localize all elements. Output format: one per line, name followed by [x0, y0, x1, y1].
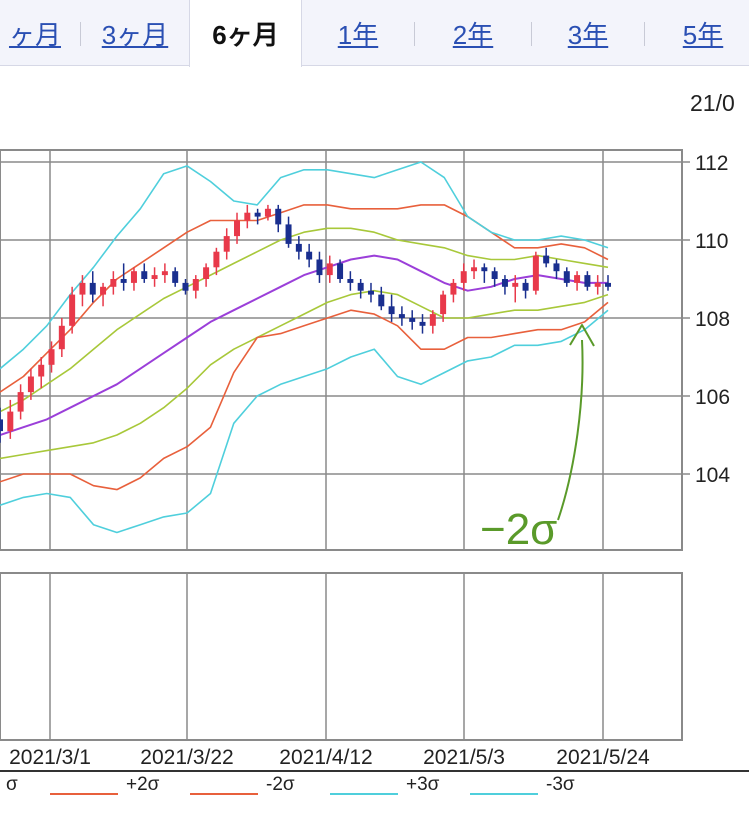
candle-up: [130, 271, 137, 283]
candle-up: [223, 236, 230, 252]
candle-down: [357, 282, 364, 291]
y-axis-labels: 112 110 108 106 104: [695, 152, 730, 487]
candle-down: [553, 263, 560, 272]
candle-down: [367, 290, 374, 295]
candle-up: [69, 294, 76, 326]
candle-down: [275, 208, 282, 225]
candle-down: [89, 282, 96, 295]
x-tick-label: 2021/3/22: [140, 746, 233, 769]
candle-down: [522, 282, 529, 291]
candle-down: [182, 282, 189, 291]
candle-down: [120, 279, 127, 283]
candle-up: [192, 279, 199, 291]
legend-label-sigma: σ: [6, 774, 18, 795]
legend-label-minus2sigma: -2σ: [266, 774, 295, 795]
candle-up: [234, 220, 241, 237]
candle-up: [512, 282, 519, 287]
candle-down: [409, 318, 416, 322]
candle-up: [574, 275, 581, 283]
candle-up: [440, 294, 447, 315]
candle-up: [48, 349, 55, 365]
candle-up: [58, 325, 65, 350]
legend-label-plus3sigma: +3σ: [406, 774, 440, 795]
candle-up: [7, 411, 14, 432]
y-tick-label: 106: [695, 386, 730, 409]
candle-down: [0, 419, 3, 432]
candle-up: [17, 392, 24, 412]
candle-up: [151, 275, 158, 279]
candle-up: [203, 267, 210, 279]
candle-up: [460, 271, 467, 283]
candle-down: [337, 263, 344, 279]
grid-lines: [0, 149, 690, 741]
candle-down: [501, 279, 508, 287]
y-tick-label: 110: [695, 230, 728, 253]
legend-line-plus3sigma: [330, 793, 398, 795]
candle-down: [491, 271, 498, 279]
candle-down: [481, 267, 488, 272]
minus-3-sigma-line: [0, 309, 609, 534]
candle-down: [254, 212, 261, 217]
annotation-minus-2-sigma: −2σ: [480, 324, 595, 554]
candle-down: [388, 306, 395, 315]
candle-up: [471, 267, 478, 272]
legend-label-minus3sigma: -3σ: [546, 774, 575, 795]
annotation-text: −2σ: [480, 505, 557, 554]
candle-down: [295, 243, 302, 252]
y-tick-label: 112: [695, 152, 728, 175]
x-axis-labels: 2021/3/1 2021/3/22 2021/4/12 2021/5/3 2021/5…: [9, 746, 650, 769]
legend-top-border: [0, 770, 749, 772]
x-tick-label: 2021/5/24: [556, 746, 650, 769]
sub-plot-frame: [0, 572, 683, 741]
legend-line-minus2sigma: [190, 793, 258, 795]
candle-up: [326, 263, 333, 276]
plus-1-sigma-line: [0, 227, 609, 413]
candle-up: [450, 282, 457, 295]
candle-up: [100, 286, 107, 295]
annotation-arrow-line: [557, 339, 584, 521]
candle-down: [172, 271, 179, 283]
candle-up: [110, 279, 117, 287]
candle-down: [584, 275, 591, 287]
candle-up: [213, 251, 220, 268]
candle-down: [605, 282, 611, 287]
candle-up: [27, 376, 34, 393]
candle-up: [244, 212, 251, 221]
candle-down: [543, 255, 550, 264]
y-tick-label: 104: [695, 464, 730, 487]
x-tick-label: 2021/3/1: [9, 746, 91, 769]
candlestick-chart: 112 110 108 106 104 2021/3/1 2021/3/22 2021/4/…: [0, 149, 730, 769]
candle-up: [38, 364, 45, 377]
candle-up: [79, 282, 86, 295]
legend-line-plus2sigma: [50, 793, 118, 795]
x-tick-label: 2021/5/3: [423, 746, 505, 769]
candle-down: [316, 259, 323, 276]
legend-label-plus2sigma: +2σ: [126, 774, 160, 795]
candle-down: [563, 271, 570, 283]
y-tick-label: 108: [695, 308, 730, 331]
candle-down: [141, 271, 148, 279]
main-plot-frame: [0, 149, 683, 551]
candle-up: [594, 282, 601, 287]
candle-up: [532, 255, 539, 291]
x-tick-label: 2021/4/12: [279, 746, 372, 769]
candle-up: [264, 208, 271, 217]
bollinger-bands: [0, 161, 609, 534]
candle-down: [306, 251, 313, 260]
candle-down: [378, 294, 385, 307]
legend-line-minus3sigma: [470, 793, 538, 795]
candle-down: [285, 224, 292, 244]
candle-up: [429, 314, 436, 326]
candle-down: [419, 321, 426, 326]
minus-1-sigma-line: [0, 289, 609, 460]
candle-down: [347, 279, 354, 283]
plus-3-sigma-line: [0, 161, 609, 370]
candle-down: [398, 314, 405, 318]
candle-up: [161, 271, 168, 276]
